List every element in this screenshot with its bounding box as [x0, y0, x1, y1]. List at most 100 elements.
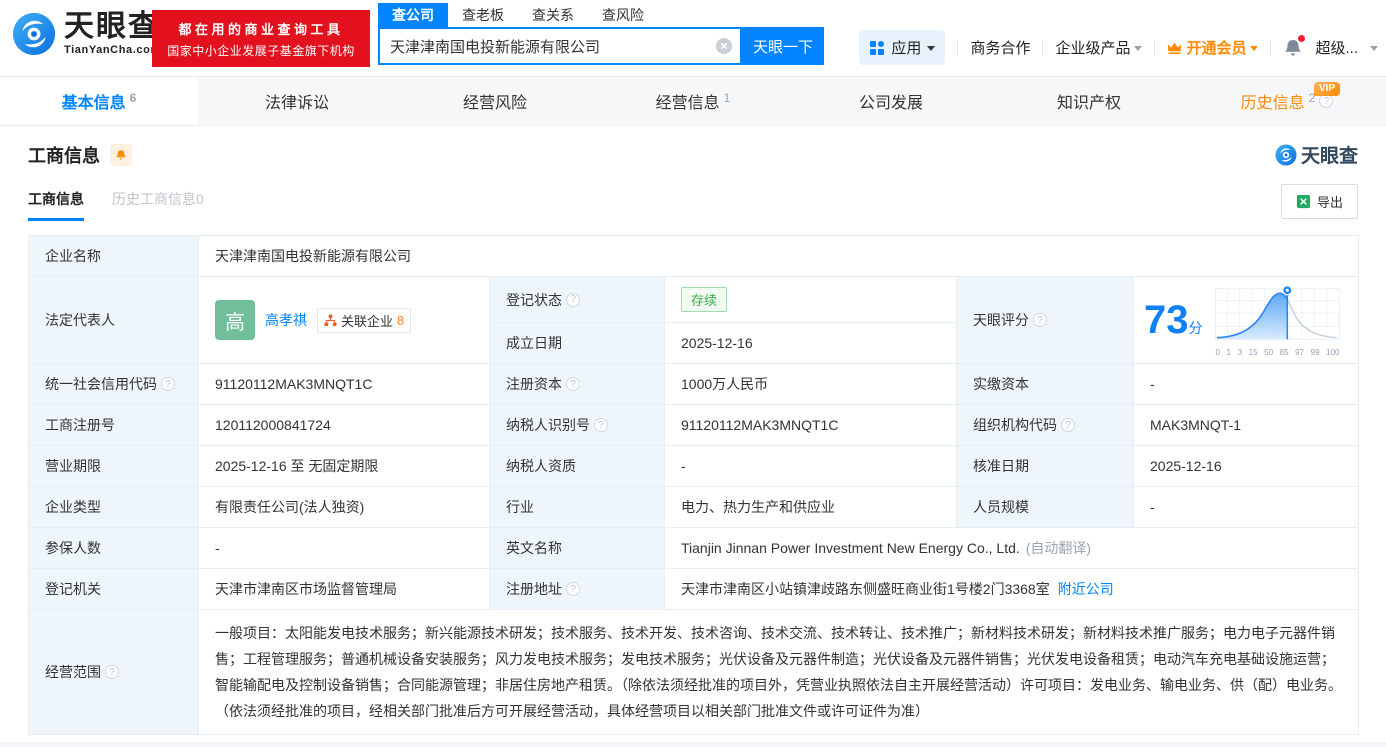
avatar: 高	[215, 300, 255, 340]
chevron-down-icon	[1250, 46, 1259, 51]
field-value-org-code: MAK3MNQT-1	[1132, 404, 1360, 446]
field-label-reg-status: 登记状态?	[489, 276, 665, 323]
main-content: 工商信息 天眼查 工商信息 历史工商信息0 导出 企业名称 天津津南国电投新能源…	[0, 141, 1386, 735]
table-row: 参保人数 - 英文名称 Tianjin Jinnan Power Investm…	[28, 527, 1360, 569]
related-companies-badge[interactable]: 关联企业 8	[317, 307, 412, 333]
field-value-reg-number: 120112000841724	[198, 404, 490, 446]
chevron-down-icon	[1134, 46, 1143, 51]
field-value-credit-code: 91120112MAK3MNQT1C	[198, 363, 490, 405]
table-row: 营业期限 2025-12-16 至 无固定期限 纳税人资质 - 核准日期 202…	[28, 445, 1360, 487]
search-tab-relation[interactable]: 查关系	[518, 3, 588, 27]
field-value-taxpayer-quality: -	[664, 445, 957, 487]
table-row: 统一社会信用代码? 91120112MAK3MNQT1C 注册资本? 1000万…	[28, 363, 1360, 405]
status-badge: 存续	[681, 287, 728, 312]
field-value-score: 73分 0 1 3 15 50 85 97 99 100	[1132, 276, 1360, 364]
table-row: 经营范围? 一般项目：太阳能发电技术服务；新兴能源技术研发；技术服务、技术开发、…	[28, 609, 1360, 735]
field-value-reg-capital: 1000万人民币	[664, 363, 957, 405]
field-label-reg-address: 注册地址?	[489, 568, 665, 610]
search-tab-risk[interactable]: 查风险	[588, 3, 658, 27]
nav-enterprise-products[interactable]: 企业级产品	[1055, 37, 1143, 58]
apps-label: 应用	[891, 40, 922, 57]
field-value-staff-size: -	[1132, 486, 1360, 528]
field-label-staff-size: 人员规模	[956, 486, 1134, 528]
table-row: 法定代表人 高 高孝祺 关联企业 8 登记状态 ? 存续 天眼评分 ? 73分 …	[28, 276, 1360, 364]
field-label-est-date: 成立日期	[489, 322, 665, 364]
search-tabs: 查公司 查老板 查关系 查风险	[378, 3, 824, 27]
notification-dot	[1298, 34, 1306, 42]
search-button[interactable]: 天眼一下	[742, 27, 824, 65]
apps-menu[interactable]: 应用	[859, 30, 946, 65]
field-label-business-term: 营业期限	[28, 445, 199, 487]
tab-count: 6	[129, 91, 137, 105]
subtab-row: 工商信息 历史工商信息0 导出	[28, 184, 1358, 225]
help-icon[interactable]: ?	[566, 582, 580, 596]
nav-business-cooperation[interactable]: 商务合作	[970, 37, 1030, 58]
help-icon[interactable]: ?	[1033, 313, 1047, 327]
divider	[957, 39, 959, 56]
tab-company-development[interactable]: 公司发展	[792, 77, 990, 125]
field-label-reg-authority: 登记机关	[28, 568, 199, 610]
divider	[1270, 39, 1272, 56]
chevron-down-icon	[927, 46, 936, 51]
search-box	[378, 27, 742, 65]
subscribe-bell-icon[interactable]	[110, 143, 132, 166]
business-info-table: 企业名称 天津津南国电投新能源有限公司 法定代表人 高 高孝祺 关联企业 8 登…	[28, 235, 1360, 735]
tab-history-info[interactable]: VIP 历史信息 2 ?	[1188, 77, 1386, 125]
field-value-reg-status: 存续	[664, 276, 957, 323]
field-label-insured-count: 参保人数	[28, 527, 199, 569]
nearby-companies-link[interactable]: 附近公司	[1058, 581, 1114, 597]
table-row: 企业名称 天津津南国电投新能源有限公司	[28, 235, 1360, 277]
field-label-company-name: 企业名称	[28, 235, 199, 277]
field-value-english-name: Tianjin Jinnan Power Investment New Ener…	[663, 527, 1360, 569]
subtab-history-business-info[interactable]: 历史工商信息0	[112, 189, 204, 221]
search-tab-company[interactable]: 查公司	[378, 3, 448, 27]
clear-icon[interactable]	[716, 38, 732, 54]
help-icon[interactable]: ?	[594, 418, 608, 432]
slogan-banner: 都在用的商业查询工具 国家中小企业发展子基金旗下机构	[152, 10, 370, 67]
tab-legal-proceedings[interactable]: 法律诉讼	[198, 77, 396, 125]
help-icon[interactable]: ?	[566, 292, 580, 307]
search-input[interactable]	[380, 37, 716, 55]
company-tab-bar: 基本信息 6 法律诉讼 经营风险 经营信息 1 公司发展 知识产权 VIP 历史…	[0, 76, 1386, 126]
subtab-business-info[interactable]: 工商信息	[28, 189, 84, 221]
tab-count: 1	[723, 91, 731, 105]
auto-translate-note: (自动翻译)	[1025, 540, 1092, 556]
tab-intellectual-property[interactable]: 知识产权	[990, 77, 1188, 125]
table-row: 企业类型 有限责任公司(法人独资) 行业 电力、热力生产和供应业 人员规模 -	[28, 486, 1360, 528]
nav-open-vip[interactable]: 开通会员	[1167, 37, 1259, 58]
tianyancha-logo[interactable]: 天眼查 TianYanCha.com	[12, 12, 161, 56]
field-label-credit-code: 统一社会信用代码?	[28, 363, 199, 405]
help-icon[interactable]: ?	[1319, 94, 1334, 108]
notification-bell-icon[interactable]	[1283, 34, 1306, 58]
field-value-business-scope: 一般项目：太阳能发电技术服务；新兴能源技术研发；技术服务、技术开发、技术咨询、技…	[197, 609, 1360, 735]
export-button[interactable]: 导出	[1280, 184, 1358, 219]
field-label-taxpayer-id: 纳税人识别号?	[489, 404, 665, 446]
help-icon[interactable]: ?	[566, 377, 580, 391]
field-value-legal-rep: 高 高孝祺 关联企业 8	[198, 276, 490, 364]
search-tab-boss[interactable]: 查老板	[448, 3, 518, 27]
tab-operating-info[interactable]: 经营信息 1	[594, 77, 792, 125]
field-value-business-term: 2025-12-16 至 无固定期限	[198, 445, 490, 487]
section-title: 工商信息	[28, 145, 100, 166]
field-value-insured-count: -	[198, 527, 490, 569]
search-area: 查公司 查老板 查关系 查风险 天眼一下	[378, 3, 824, 65]
tab-basic-info[interactable]: 基本信息 6	[0, 77, 198, 125]
header-nav: 应用 商务合作 企业级产品 开通会员 超级...	[859, 30, 1378, 65]
excel-icon	[1296, 194, 1311, 209]
grid-icon	[870, 40, 885, 55]
help-icon[interactable]: ?	[105, 665, 119, 679]
crown-icon	[1168, 42, 1182, 54]
legal-rep-link[interactable]: 高孝祺	[265, 310, 307, 330]
page-bottom-strip	[0, 742, 1386, 747]
field-label-approval-date: 核准日期	[956, 445, 1134, 487]
nav-super-vip[interactable]: 超级...	[1315, 37, 1358, 58]
org-chart-icon	[324, 313, 337, 326]
tab-operating-risk[interactable]: 经营风险	[396, 77, 594, 125]
field-value-paid-capital: -	[1132, 363, 1360, 405]
slogan-line2: 国家中小企业发展子基金旗下机构	[167, 43, 355, 58]
field-value-approval-date: 2025-12-16	[1132, 445, 1360, 487]
help-icon[interactable]: ?	[1061, 418, 1075, 432]
field-label-english-name: 英文名称	[489, 527, 665, 569]
help-icon[interactable]: ?	[161, 377, 175, 391]
field-value-company-type: 有限责任公司(法人独资)	[198, 486, 490, 528]
